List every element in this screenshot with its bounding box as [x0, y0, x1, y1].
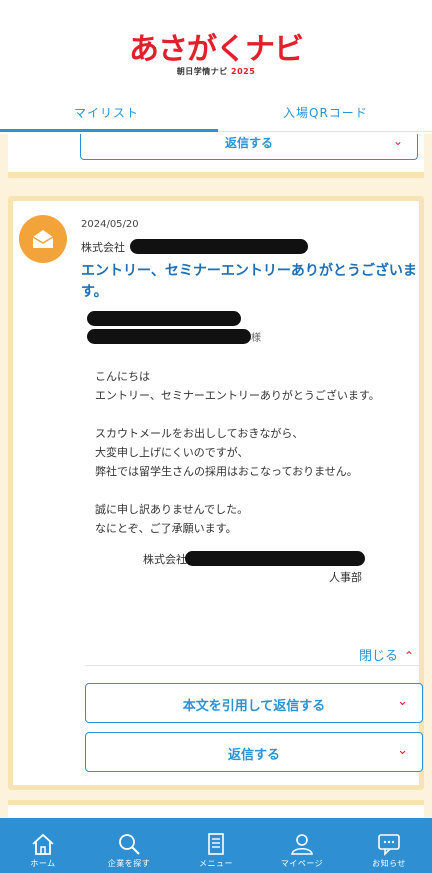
- sender-company: 株式会社: [81, 241, 125, 254]
- body-line: こんにちは: [95, 370, 150, 383]
- divider: [85, 665, 423, 666]
- message-icon: [378, 834, 400, 856]
- body-line: エントリー、セミナーエントリーありがとうございます。: [95, 389, 380, 402]
- body-line: スカウトメールをお出ししておきながら、: [95, 427, 304, 440]
- app-header: あさがくナビ 朝日学情ナビ 2025: [0, 0, 432, 90]
- recipient-honorific: 様: [251, 333, 261, 344]
- nav-mypage[interactable]: マイページ: [259, 818, 345, 873]
- previous-reply-label: 返信する: [224, 136, 273, 150]
- nav-home[interactable]: ホーム: [0, 818, 86, 873]
- message-card: 2024/05/20 株式会社 エントリー、セミナーエントリーありがとうございま…: [8, 196, 424, 790]
- chevron-down-icon: ⌄: [397, 694, 408, 709]
- logo-year: 2025: [231, 67, 256, 76]
- close-message-button[interactable]: 閉じる ⌃: [359, 645, 414, 664]
- logo-main-text: あさがくナビ: [129, 32, 304, 67]
- nav-home-label: ホーム: [30, 859, 56, 868]
- nav-notifications-label: お知らせ: [372, 859, 406, 868]
- nav-menu[interactable]: メニュー: [173, 818, 259, 873]
- message-body: こんにちは エントリー、セミナーエントリーありがとうございます。 スカウトメール…: [95, 367, 415, 538]
- tab-entry-qr-code[interactable]: 入場QRコード: [283, 104, 368, 121]
- body-line: 誠に申し訳ありませんでした。: [95, 503, 249, 516]
- nav-mypage-label: マイページ: [280, 859, 324, 868]
- redacted-recipient-line-2: [87, 329, 251, 344]
- reply-button[interactable]: 返信する ⌄: [85, 732, 423, 772]
- logo-sub-text: 朝日学情ナビ 2025: [0, 66, 432, 77]
- nav-menu-label: メニュー: [199, 859, 233, 868]
- message-subject: エントリー、セミナーエントリーありがとうございます。: [81, 263, 417, 300]
- body-line: なにとぞ、ご了承願います。: [95, 522, 237, 535]
- chevron-up-icon: ⌃: [404, 649, 415, 663]
- body-line: 大変申し上げにくいのですが、: [95, 446, 249, 459]
- nav-search-companies[interactable]: 企業を探す: [86, 818, 172, 873]
- search-icon: [119, 834, 140, 855]
- redacted-signature-company: [185, 551, 365, 566]
- envelope-icon: [32, 230, 54, 248]
- signature-department: 人事部: [329, 571, 362, 584]
- signature-company: 株式会社: [143, 553, 187, 566]
- reply-label: 返信する: [227, 748, 280, 763]
- nav-search-label: 企業を探す: [107, 859, 151, 868]
- redacted-company-name: [130, 239, 308, 254]
- next-message-card: [8, 800, 424, 820]
- user-icon: [291, 834, 313, 855]
- tab-bar: マイリスト 入場QRコード: [0, 90, 432, 134]
- body-gap: [95, 481, 415, 500]
- logo-sub-label: 朝日学情ナビ: [176, 67, 228, 76]
- quote-reply-label: 本文を引用して返信する: [182, 699, 326, 714]
- body-line: 弊社では留学生さんの採用はおこなっておりません。: [95, 465, 358, 478]
- body-gap: [95, 405, 415, 424]
- message-date: 2024/05/20: [81, 219, 139, 230]
- redacted-recipient-line-1: [87, 311, 241, 326]
- app-logo[interactable]: あさがくナビ 朝日学情ナビ 2025: [0, 34, 432, 77]
- bottom-navigation: ホーム 企業を探す メニュー マイページ お知らせ: [0, 818, 432, 873]
- menu-document-icon: [208, 833, 224, 855]
- quote-reply-button[interactable]: 本文を引用して返信する ⌄: [85, 683, 423, 723]
- active-tab-indicator: [0, 129, 218, 132]
- nav-notifications[interactable]: お知らせ: [346, 818, 432, 873]
- chevron-down-icon: ⌄: [392, 134, 403, 148]
- mail-avatar: [19, 215, 67, 263]
- close-label: 閉じる: [359, 649, 399, 664]
- home-icon: [32, 833, 54, 855]
- previous-reply-button[interactable]: 返信する ⌄: [80, 134, 418, 160]
- tab-mylist[interactable]: マイリスト: [74, 104, 139, 121]
- chevron-down-icon: ⌄: [397, 743, 408, 758]
- previous-message-card: 返信する ⌄: [8, 134, 424, 178]
